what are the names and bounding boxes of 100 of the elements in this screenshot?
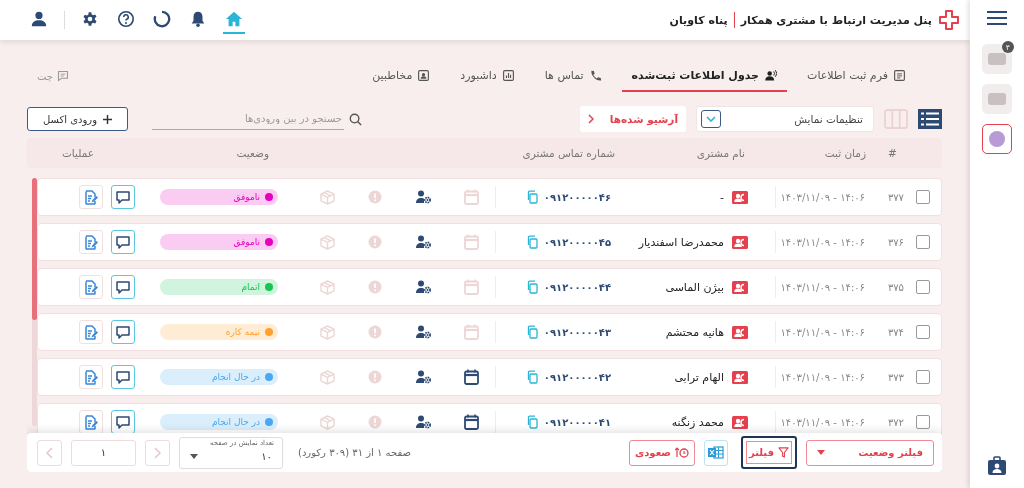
tab[interactable]: جدول اطلاعات ثبت‌شده — [621, 60, 788, 92]
page-size-value: ۱۰ — [261, 451, 272, 462]
filter-button[interactable]: فیلتر — [741, 436, 797, 469]
scrollbar[interactable] — [32, 178, 37, 426]
list-view-icon[interactable] — [918, 109, 942, 129]
row-number: ۳۷۷ — [887, 191, 904, 203]
edit-document-icon — [84, 234, 98, 250]
sort-clock-icon — [674, 447, 689, 458]
tab[interactable]: داشبورد — [450, 60, 525, 92]
comment-button[interactable] — [111, 320, 135, 344]
app-logo — [989, 131, 1005, 147]
status-label: اتمام — [241, 282, 260, 292]
edit-document-icon — [84, 414, 98, 430]
help-icon[interactable] — [117, 10, 135, 28]
sort-button[interactable]: صعودی — [629, 439, 695, 466]
comment-icon — [116, 415, 130, 429]
user-gear-icon[interactable] — [415, 370, 431, 384]
bell-icon[interactable] — [189, 10, 207, 28]
caret-down-icon — [817, 450, 825, 455]
comment-button[interactable] — [111, 410, 135, 434]
display-settings-dropdown[interactable]: تنظیمات نمایش — [696, 106, 874, 132]
contact-card-icon[interactable] — [732, 415, 748, 429]
app-tile[interactable] — [982, 124, 1012, 154]
edit-button[interactable] — [79, 320, 103, 344]
edit-button[interactable] — [79, 410, 103, 434]
calendar-icon[interactable] — [463, 369, 479, 385]
id-badge-icon[interactable] — [987, 456, 1007, 476]
import-excel-button[interactable]: ورودی اکسل — [27, 107, 128, 131]
comment-icon — [116, 325, 130, 339]
status-label: ناموفق — [233, 237, 260, 247]
tab[interactable]: تماس ها — [534, 60, 612, 92]
status-label: در حال انجام — [211, 372, 260, 382]
scrollbar-thumb[interactable] — [32, 178, 37, 320]
phone-number: ۰۹۱۲۰۰۰۰۰۴۱ — [543, 416, 611, 428]
excel-export-button[interactable] — [704, 439, 728, 466]
tab[interactable]: مخاطبین — [362, 60, 441, 92]
app-tile[interactable]: ۴ — [982, 44, 1012, 74]
phone-number: ۰۹۱۲۰۰۰۰۰۴۵ — [543, 236, 611, 248]
copy-icon[interactable] — [525, 415, 538, 429]
contact-portrait-icon — [417, 68, 431, 82]
comment-button[interactable] — [111, 185, 135, 209]
registration-time: ۱۴۰۳/۱۱/۰۹ - ۱۴:۰۶ — [780, 236, 865, 248]
search-field[interactable]: جستجو در بین ورودی‌ها — [152, 108, 344, 130]
user-gear-icon[interactable] — [415, 325, 431, 339]
funnel-icon — [778, 447, 789, 458]
comment-icon — [116, 280, 130, 294]
calendar-icon[interactable] — [463, 414, 479, 430]
copy-icon[interactable] — [525, 235, 538, 249]
user-gear-icon[interactable] — [415, 235, 431, 249]
menu-icon[interactable] — [987, 10, 1007, 26]
contact-card-icon[interactable] — [732, 190, 748, 204]
contact-card-icon[interactable] — [732, 325, 748, 339]
contact-card-icon[interactable] — [732, 235, 748, 249]
user-gear-icon[interactable] — [415, 190, 431, 204]
app-logo — [988, 93, 1006, 105]
chevron-left-icon — [46, 446, 53, 459]
cross-logo-icon — [938, 9, 960, 31]
user-icon[interactable] — [30, 10, 48, 28]
loading-ring-icon[interactable] — [153, 10, 171, 28]
status-label: ناموفق — [233, 192, 260, 202]
row-checkbox[interactable] — [915, 280, 930, 294]
comment-button[interactable] — [111, 275, 135, 299]
row-checkbox[interactable] — [915, 415, 930, 429]
chart-icon — [501, 68, 515, 82]
phone-number: ۰۹۱۲۰۰۰۰۰۴۴ — [543, 281, 611, 293]
phone-number: ۰۹۱۲۰۰۰۰۰۴۳ — [543, 326, 611, 338]
status-filter-dropdown[interactable]: فیلتر وضعیت — [806, 439, 934, 466]
column-header: شماره تماس مشتری — [521, 147, 616, 159]
row-checkbox[interactable] — [915, 235, 930, 249]
chevron-down-icon[interactable] — [701, 110, 721, 128]
comment-button[interactable] — [111, 365, 135, 389]
registration-time: ۱۴۰۳/۱۱/۰۹ - ۱۴:۰۶ — [780, 371, 865, 383]
row-checkbox[interactable] — [915, 190, 930, 204]
page-number-field[interactable]: ۱ — [71, 439, 136, 466]
settings-icon[interactable] — [81, 10, 99, 28]
chevron-right-icon — [154, 446, 161, 459]
contact-card-icon[interactable] — [732, 370, 748, 384]
user-gear-icon[interactable] — [415, 415, 431, 429]
contact-card-icon[interactable] — [732, 280, 748, 294]
copy-icon[interactable] — [525, 190, 538, 204]
copy-icon[interactable] — [525, 280, 538, 294]
edit-button[interactable] — [79, 365, 103, 389]
copy-icon[interactable] — [525, 370, 538, 384]
tab[interactable]: فرم ثبت اطلاعات — [797, 60, 916, 92]
column-header: # — [887, 147, 898, 159]
edit-button[interactable] — [79, 230, 103, 254]
comment-button[interactable] — [111, 230, 135, 254]
row-checkbox[interactable] — [915, 325, 930, 339]
row-checkbox[interactable] — [915, 370, 930, 384]
edit-button[interactable] — [79, 275, 103, 299]
user-gear-icon[interactable] — [415, 280, 431, 294]
status-label: در حال انجام — [211, 417, 260, 427]
home-icon[interactable] — [225, 10, 243, 28]
archive-button[interactable]: آرشیو شده‌ها — [579, 106, 686, 132]
customer-name: محمد زنگنه — [671, 415, 724, 429]
status-label: نیمه کاره — [225, 327, 260, 337]
copy-icon[interactable] — [525, 325, 538, 339]
edit-button[interactable] — [79, 185, 103, 209]
comment-icon — [116, 370, 130, 384]
customer-name: الهام ترابی — [674, 370, 724, 384]
